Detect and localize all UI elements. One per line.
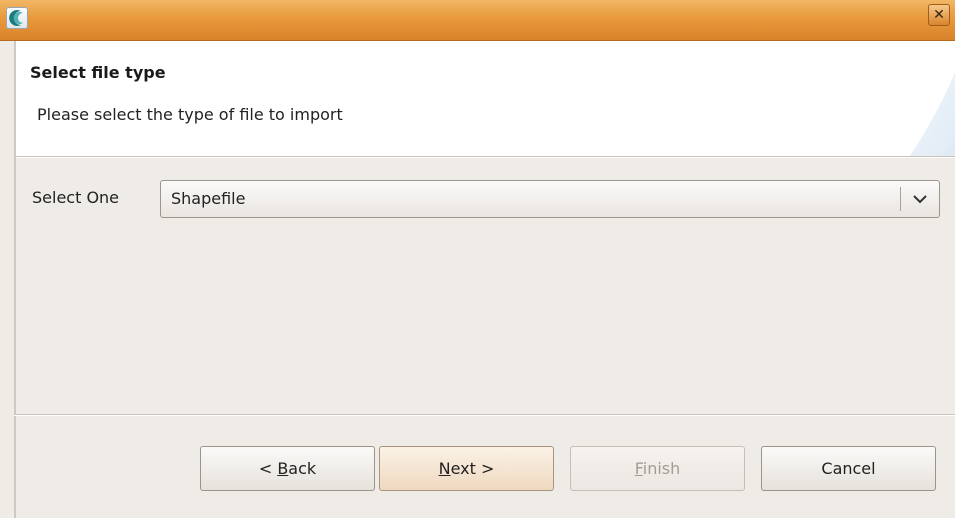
left-border [14, 156, 16, 518]
file-type-selected-value: Shapefile [171, 189, 246, 208]
next-mnemonic: N [438, 459, 451, 478]
banner-decoration-icon [909, 72, 955, 156]
page-title: Select file type [30, 63, 166, 82]
next-rest: ext > [450, 459, 495, 478]
back-prefix: < [258, 459, 278, 478]
finish-mnemonic: F [634, 459, 643, 478]
chevron-down-icon[interactable] [912, 193, 928, 205]
close-button[interactable]: ✕ [928, 4, 950, 26]
file-type-dropdown[interactable]: Shapefile [160, 180, 940, 218]
import-wizard-dialog: ✕ Select file type Please select the typ… [0, 0, 955, 518]
app-icon [6, 7, 28, 29]
finish-rest: inish [642, 459, 681, 478]
page-description: Please select the type of file to import [37, 105, 343, 124]
wizard-banner: Select file type Please select the type … [14, 41, 955, 156]
next-button[interactable]: Next > [379, 446, 554, 491]
banner-divider-highlight [14, 157, 955, 158]
close-icon: ✕ [933, 7, 945, 23]
back-rest: ack [288, 459, 317, 478]
finish-button[interactable]: Finish [570, 446, 745, 491]
back-button[interactable]: < Back [200, 446, 375, 491]
dropdown-divider [900, 187, 901, 211]
select-one-label: Select One [32, 188, 120, 207]
footer-divider-highlight [14, 415, 955, 416]
crescent-icon [9, 10, 23, 26]
title-bar[interactable]: ✕ [0, 0, 955, 41]
back-mnemonic: B [277, 459, 289, 478]
cancel-button[interactable]: Cancel [761, 446, 936, 491]
